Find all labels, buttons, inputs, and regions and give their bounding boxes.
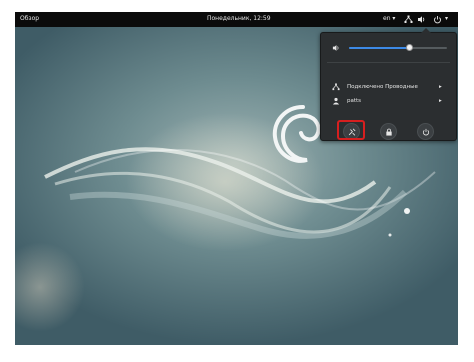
user-icon <box>332 97 340 105</box>
chevron-right-icon: ▸ <box>439 98 442 104</box>
volume-row <box>321 42 456 54</box>
debian-swirl-logo <box>272 105 321 163</box>
volume-icon[interactable] <box>417 15 426 24</box>
system-menu: Подключено Проводные ▸ patts ▸ <box>320 28 457 141</box>
volume-icon <box>332 45 339 51</box>
lock-button[interactable] <box>380 123 397 140</box>
volume-slider-fill <box>349 47 410 49</box>
menu-pointer <box>421 28 431 33</box>
menu-item-label: Подключено Проводные <box>347 84 418 90</box>
network-icon[interactable] <box>404 15 413 24</box>
menu-item-wired-connection[interactable]: Подключено Проводные ▸ <box>321 81 456 93</box>
lock-icon <box>386 128 392 136</box>
divider <box>327 62 450 63</box>
menu-item-label: patts <box>347 98 362 104</box>
overview-button[interactable]: Обзор <box>20 15 39 22</box>
desktop: Обзор Понедельник, 12:59 en ▾ ▾ Подключе… <box>15 12 458 345</box>
power-off-button[interactable] <box>417 123 434 140</box>
menu-item-user[interactable]: patts ▸ <box>321 95 456 107</box>
top-bar: Обзор Понедельник, 12:59 en ▾ ▾ <box>15 12 458 27</box>
highlight-box <box>337 120 365 140</box>
volume-slider-handle[interactable] <box>406 44 414 51</box>
power-icon[interactable] <box>433 15 442 24</box>
chevron-right-icon: ▸ <box>439 84 442 90</box>
language-indicator[interactable]: en ▾ <box>383 15 395 22</box>
volume-slider[interactable] <box>349 44 447 51</box>
power-icon <box>422 128 430 136</box>
network-wired-icon <box>332 83 340 91</box>
clock[interactable]: Понедельник, 12:59 <box>207 15 271 22</box>
chevron-down-icon[interactable]: ▾ <box>445 15 448 22</box>
